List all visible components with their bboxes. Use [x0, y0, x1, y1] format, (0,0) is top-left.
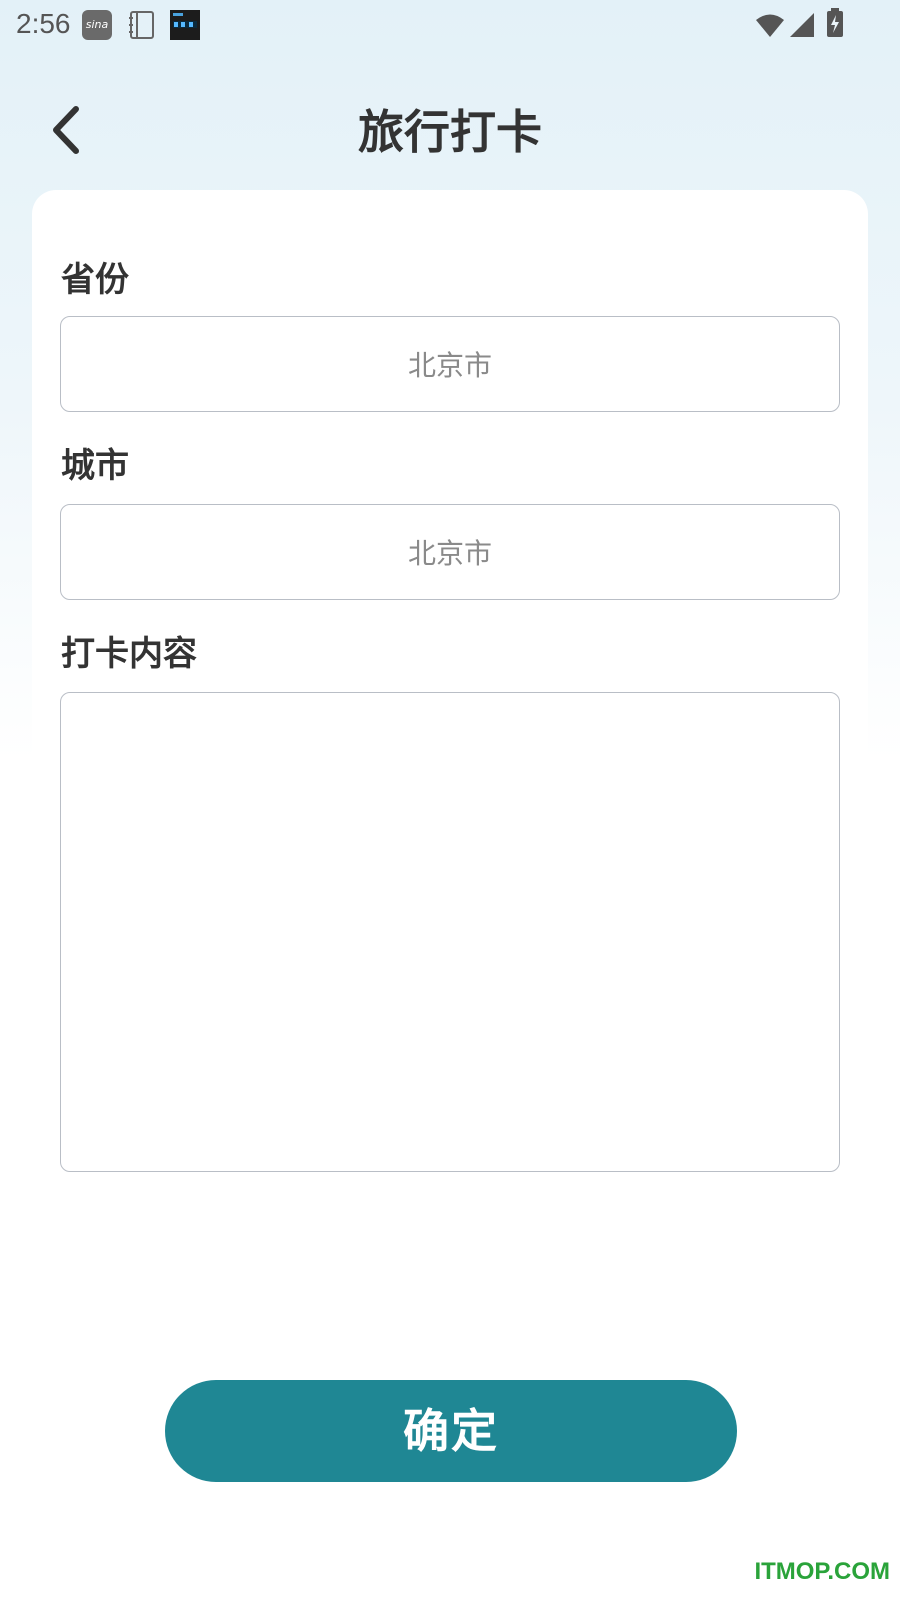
checkin-content-textarea[interactable]	[60, 692, 840, 1172]
province-input[interactable]	[60, 316, 840, 412]
battery-charging-icon	[826, 8, 856, 38]
city-input[interactable]	[60, 504, 840, 600]
watermark: ITMOP.COM	[754, 1558, 890, 1585]
wifi-icon	[755, 12, 785, 42]
signal-icon	[788, 12, 818, 42]
notebook-icon	[127, 10, 157, 40]
status-bar: 2:56 sina	[0, 0, 900, 50]
confirm-button[interactable]: 确定	[165, 1380, 737, 1482]
province-label: 省份	[61, 260, 129, 300]
city-label: 城市	[61, 446, 129, 486]
clock-app-icon	[170, 10, 200, 40]
status-time: 2:56	[16, 8, 71, 39]
page-title: 旅行打卡	[358, 105, 542, 159]
weibo-icon: sina	[82, 10, 112, 40]
content-label: 打卡内容	[61, 634, 197, 674]
checkin-form-card: 省份 城市 打卡内容	[32, 190, 868, 1440]
